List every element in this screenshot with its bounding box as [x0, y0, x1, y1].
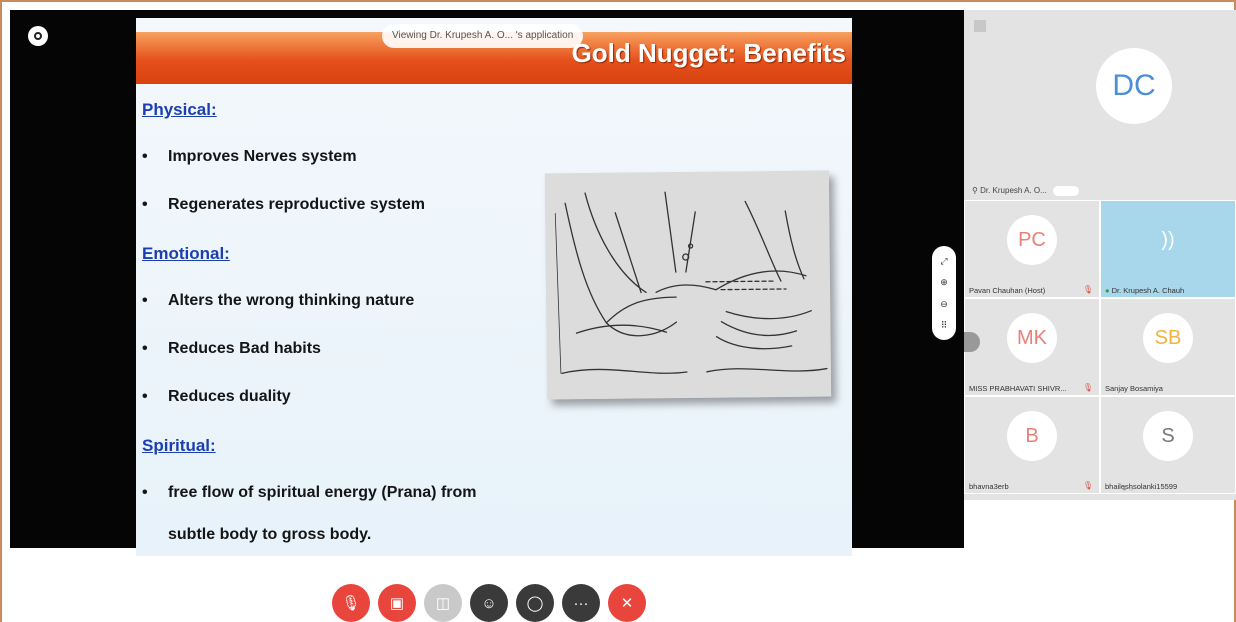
speaker-name: Dr. Krupesh A. O...: [980, 186, 1047, 196]
bullet-item: Improves Nerves system: [142, 148, 357, 166]
meeting-controls: 🎙 ▣ ◫ ☺ ◯ ··· ✕: [332, 584, 646, 622]
hands-sketch-image: [544, 170, 832, 400]
camera-slash-icon: ▣: [389, 595, 405, 612]
section-heading-physical: Physical:: [142, 100, 217, 119]
zoom-controls: ⤢ ⊕ ⊖ ⠿: [932, 246, 956, 340]
participant-name-text: Dr. Krupesh A. Chauh: [1111, 286, 1185, 295]
stop-video-button[interactable]: ▣: [378, 584, 416, 622]
bullet-item: Alters the wrong thinking nature: [142, 292, 414, 310]
avatar: DC: [1096, 48, 1172, 124]
section-heading-emotional: Emotional:: [142, 244, 230, 263]
share-button[interactable]: ◫: [424, 584, 462, 622]
avatar: PC: [1007, 215, 1057, 265]
close-icon: ✕: [620, 595, 634, 612]
bullet-item: Regenerates reproductive system: [142, 196, 425, 214]
zoom-out-icon[interactable]: ⊖: [940, 298, 948, 310]
participant-tile[interactable]: PC Pavan Chauhan (Host) 🎙: [964, 200, 1100, 298]
participant-tile-active[interactable]: )) ● Dr. Krupesh A. Chauh: [1100, 200, 1236, 298]
more-button[interactable]: ···: [562, 584, 600, 622]
page-indicator[interactable]: ● ○: [1122, 484, 1134, 493]
more-icon: ···: [573, 594, 589, 612]
meeting-window: Gold Nugget: Benefits Physical: Improves…: [0, 0, 1236, 622]
microphone-slash-icon: 🎙: [341, 595, 361, 612]
microphone-muted-icon: 🎙: [1082, 383, 1093, 392]
fit-screen-icon[interactable]: ⤢: [940, 255, 947, 267]
participants-panel: DC ⚲ Dr. Krupesh A. O... PC Pavan Chauha…: [964, 10, 1236, 500]
participant-name: Pavan Chauhan (Host): [969, 286, 1046, 295]
expand-icon[interactable]: ⠿: [941, 319, 948, 331]
host-icon: ⚲: [972, 186, 981, 196]
bullet-item: Reduces Bad habits: [142, 340, 321, 358]
presentation-slide: Gold Nugget: Benefits Physical: Improves…: [136, 18, 852, 556]
speaker-name-label: ⚲ Dr. Krupesh A. O...: [972, 186, 1079, 196]
participant-name: Sanjay Bosamiya: [1105, 384, 1163, 393]
microphone-muted-icon: 🎙: [1082, 285, 1093, 294]
leave-button[interactable]: ✕: [608, 584, 646, 622]
speaker-tag: [1052, 186, 1079, 196]
participant-tile[interactable]: MK MISS PRABHAVATI SHIVR... 🎙: [964, 298, 1100, 396]
avatar: SB: [1143, 313, 1193, 363]
bullet-item: Reduces duality: [142, 388, 291, 406]
participant-name: ● Dr. Krupesh A. Chauh: [1105, 286, 1184, 295]
participant-tile[interactable]: B bhavna3erb 🎙: [964, 396, 1100, 494]
info-button[interactable]: [28, 26, 48, 46]
bullet-item-continuation: subtle body to gross body.: [168, 526, 372, 543]
avatar: MK: [1007, 313, 1057, 363]
mute-button[interactable]: 🎙: [332, 584, 370, 622]
avatar: B: [1007, 411, 1057, 461]
screen-share-area: Gold Nugget: Benefits Physical: Improves…: [10, 10, 964, 556]
grid-view-icon[interactable]: [974, 20, 986, 32]
status-dot-icon: ●: [1105, 286, 1112, 295]
user-icon: ☺: [481, 594, 497, 612]
chat-button[interactable]: ◯: [516, 584, 554, 622]
microphone-muted-icon: 🎙: [1082, 481, 1093, 490]
participants-button[interactable]: ☺: [470, 584, 508, 622]
bullet-item: free flow of spiritual energy (Prana) fr…: [142, 484, 476, 502]
avatar: S: [1143, 411, 1193, 461]
active-speaker-tile[interactable]: DC ⚲ Dr. Krupesh A. O...: [964, 10, 1236, 198]
viewing-banner: Viewing Dr. Krupesh A. O... 's applicati…: [382, 24, 584, 48]
speaking-indicator-icon: )): [1161, 228, 1175, 251]
chat-bubble-icon: ◯: [526, 595, 544, 612]
hands-sketch-drawing: [544, 170, 832, 400]
participant-name: MISS PRABHAVATI SHIVR...: [969, 384, 1067, 393]
section-heading-spiritual: Spiritual:: [142, 436, 216, 455]
share-icon: ◫: [435, 595, 451, 612]
participant-tile[interactable]: SB Sanjay Bosamiya: [1100, 298, 1236, 396]
participant-tile[interactable]: S bhaileshsolanki15599: [1100, 396, 1236, 494]
info-icon: [34, 32, 42, 40]
participant-name: bhaileshsolanki15599: [1105, 482, 1178, 491]
zoom-in-icon[interactable]: ⊕: [940, 276, 948, 288]
participant-name: bhavna3erb: [969, 482, 1009, 491]
slide-title: Gold Nugget: Benefits: [571, 38, 846, 68]
